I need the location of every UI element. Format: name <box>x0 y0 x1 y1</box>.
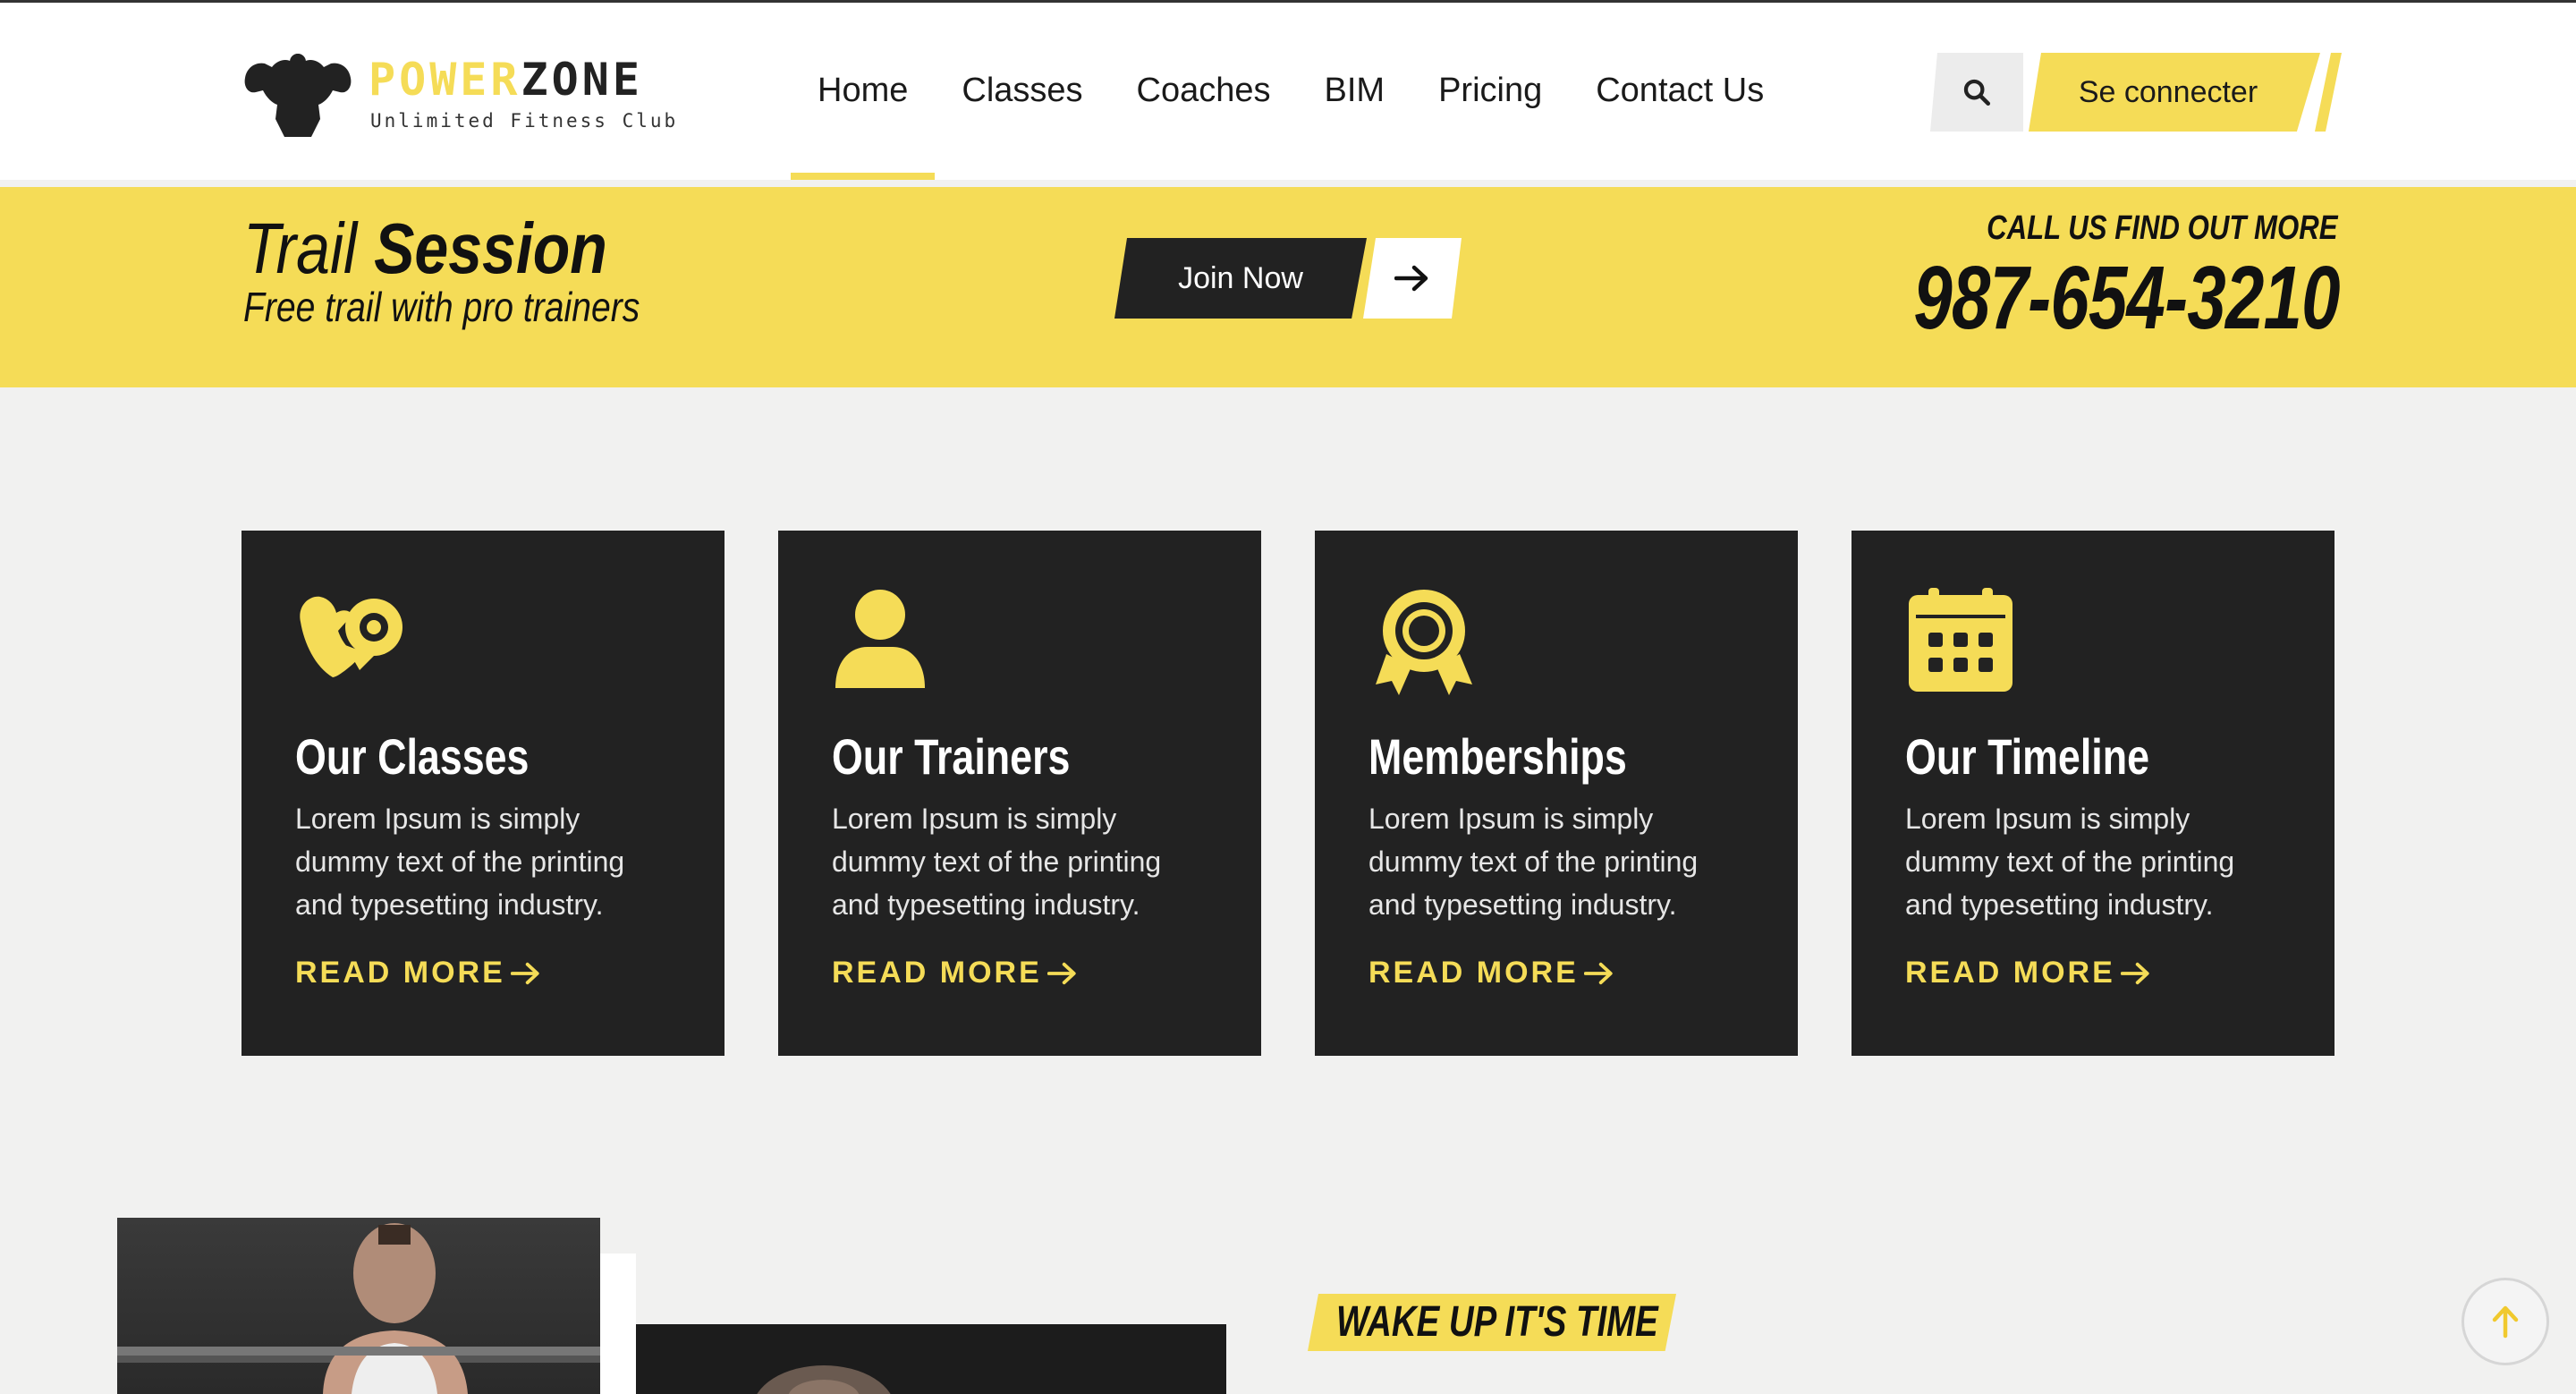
user-icon <box>835 590 925 688</box>
trainer-photo <box>117 1218 600 1394</box>
brand-tagline: Unlimited Fitness Club <box>370 110 679 132</box>
trial-banner: Trail Session Free trail with pro traine… <box>0 187 2576 387</box>
nav-item-home[interactable]: Home <box>791 3 936 180</box>
photo-frame-accent <box>600 1254 636 1394</box>
main-nav: Home Classes Coaches BIM Pricing Contact… <box>791 3 1791 180</box>
trial-title: Trail Session <box>243 208 607 288</box>
arrow-right-icon <box>510 962 539 985</box>
read-more-link[interactable]: READ MORE <box>1905 953 2151 992</box>
card-description: Lorem Ipsum is simply dummy text of the … <box>1905 803 2235 921</box>
arrow-right-icon <box>1046 962 1076 985</box>
join-now-arrow-button[interactable] <box>1363 238 1462 319</box>
trial-subtitle: Free trail with pro trainers <box>243 284 640 330</box>
read-more-link[interactable]: READ MORE <box>295 953 541 992</box>
arrow-right-icon <box>2120 962 2149 985</box>
athlete-image <box>117 1223 600 1394</box>
read-more-link[interactable]: READ MORE <box>832 953 1078 992</box>
heart-tape-icon <box>300 596 402 677</box>
section-tag: WAKE UP IT'S TIME <box>1308 1294 1676 1351</box>
arrow-right-icon <box>1583 962 1613 985</box>
nav-item-classes[interactable]: Classes <box>935 3 1109 180</box>
login-button-accent <box>2315 53 2342 132</box>
search-button[interactable] <box>1930 53 2023 132</box>
card-title: Our Timeline <box>1905 728 2150 785</box>
feature-card-memberships: Memberships Lorem Ipsum is simply dummy … <box>1315 531 1798 1056</box>
scroll-to-top-button[interactable] <box>2462 1278 2549 1365</box>
award-icon <box>1376 590 1472 695</box>
card-description: Lorem Ipsum is simply dummy text of the … <box>832 803 1162 921</box>
arrow-right-icon <box>1394 265 1428 292</box>
phone-number[interactable]: 987-654-3210 <box>1914 244 2341 352</box>
login-button[interactable]: Se connecter <box>2029 53 2320 132</box>
card-title: Memberships <box>1368 728 1627 785</box>
workout-image <box>757 1365 891 1394</box>
feature-card-classes: Our Classes Lorem Ipsum is simply dummy … <box>242 531 724 1056</box>
call-us-label: CALL US FIND OUT MORE <box>1987 209 2338 247</box>
calendar-icon <box>1909 588 2012 692</box>
nav-item-pricing[interactable]: Pricing <box>1411 3 1569 180</box>
bodybuilder-logo-icon <box>244 54 352 137</box>
brand-name: POWERZONE <box>369 54 643 106</box>
section-tag-label: WAKE UP IT'S TIME <box>1336 1298 1658 1346</box>
card-title: Our Classes <box>295 728 530 785</box>
nav-item-bim[interactable]: BIM <box>1298 3 1412 180</box>
feature-card-trainers: Our Trainers Lorem Ipsum is simply dummy… <box>778 531 1261 1056</box>
feature-card-timeline: Our Timeline Lorem Ipsum is simply dummy… <box>1852 531 2334 1056</box>
site-header: POWERZONE Unlimited Fitness Club Home Cl… <box>0 3 2576 180</box>
card-description: Lorem Ipsum is simply dummy text of the … <box>295 803 625 921</box>
arrow-up-icon <box>2492 1305 2519 1339</box>
read-more-link[interactable]: READ MORE <box>1368 953 1614 992</box>
search-icon <box>1963 79 1991 106</box>
nav-item-coaches[interactable]: Coaches <box>1110 3 1298 180</box>
nav-item-contact[interactable]: Contact Us <box>1569 3 1791 180</box>
secondary-photo <box>636 1324 1226 1394</box>
join-now-button[interactable]: Join Now <box>1114 238 1367 319</box>
card-title: Our Trainers <box>832 728 1071 785</box>
card-description: Lorem Ipsum is simply dummy text of the … <box>1368 803 1699 921</box>
brand-logo[interactable]: POWERZONE Unlimited Fitness Club <box>240 51 675 140</box>
